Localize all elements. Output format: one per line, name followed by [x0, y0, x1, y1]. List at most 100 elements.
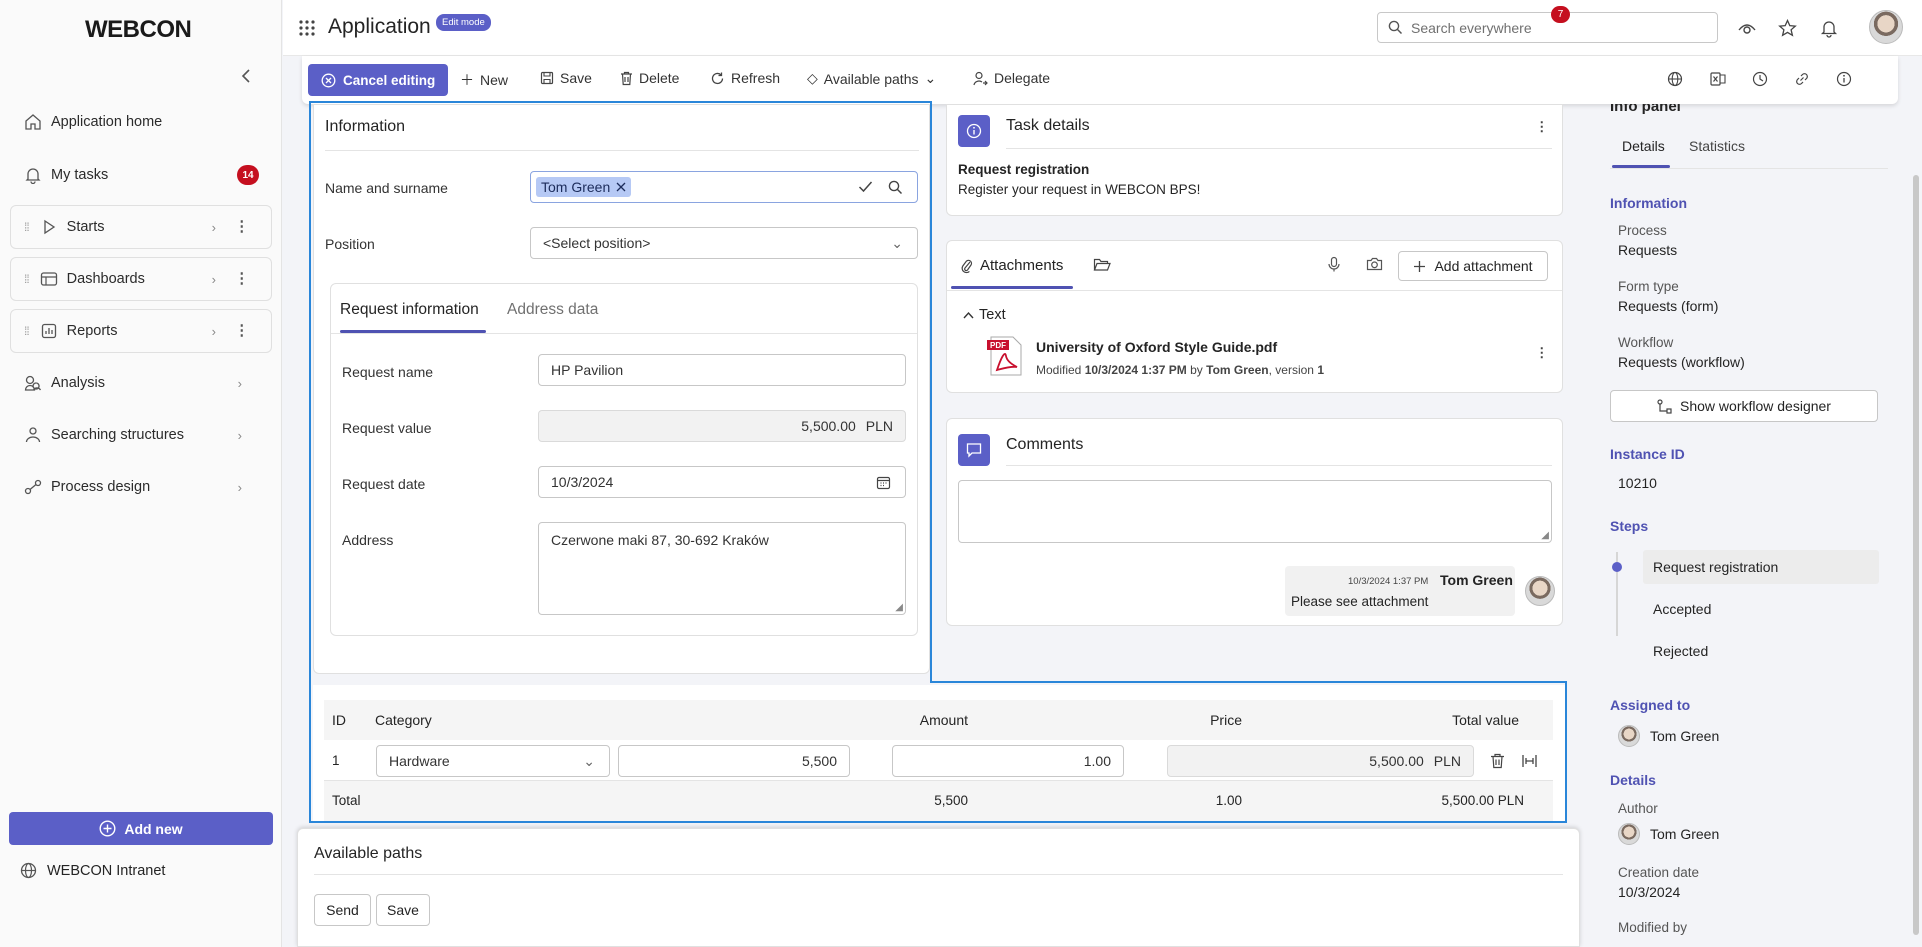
step-accepted[interactable]: Accepted — [1643, 592, 1879, 626]
sidebar-item-reports[interactable]: ⁞⁞ Reports › ⋮ — [10, 309, 272, 353]
workflow-label: Workflow — [1618, 335, 1674, 350]
form-type-value: Requests (form) — [1618, 298, 1719, 314]
refresh-label: Refresh — [731, 70, 781, 86]
save-path-button[interactable]: Save — [376, 894, 430, 926]
refresh-icon — [710, 71, 725, 86]
delegate-button[interactable]: Delegate — [973, 70, 1050, 86]
instance-id-value: 10210 — [1618, 475, 1657, 491]
cancel-editing-label: Cancel editing — [343, 72, 436, 88]
app-launcher-icon[interactable] — [298, 19, 316, 37]
home-icon — [23, 112, 43, 132]
structure-icon — [23, 425, 43, 445]
user-avatar[interactable] — [1869, 10, 1903, 44]
workflow-value: Requests (workflow) — [1618, 354, 1745, 370]
sidebar-item-label: Searching structures — [51, 427, 184, 443]
drag-handle-icon[interactable]: ⁞⁞ — [24, 324, 30, 338]
author-label: Author — [1618, 801, 1658, 816]
chevron-down-icon: ⌄ — [924, 70, 937, 86]
sidebar-item-label: Application home — [51, 114, 163, 130]
selection-outline — [309, 101, 1567, 823]
play-icon — [39, 217, 59, 237]
cancel-circle-icon — [321, 73, 336, 88]
author-avatar — [1618, 823, 1640, 845]
dashboard-icon — [39, 269, 59, 289]
step-rejected[interactable]: Rejected — [1643, 634, 1879, 668]
creation-date-label: Creation date — [1618, 865, 1700, 880]
more-options-icon[interactable]: ⋮ — [235, 323, 250, 339]
sidebar-item-label: Dashboards — [66, 271, 145, 287]
show-workflow-designer-label: Show workflow designer — [1680, 398, 1831, 414]
intranet-link[interactable]: WEBCON Intranet — [20, 862, 165, 879]
tab-details[interactable]: Details — [1622, 138, 1665, 154]
info-panel-scrollbar[interactable] — [1913, 175, 1919, 935]
sidebar-item-starts[interactable]: ⁞⁞ Starts › ⋮ — [10, 205, 272, 249]
chevron-right-icon[interactable]: › — [238, 428, 242, 443]
history-icon[interactable] — [1752, 71, 1768, 87]
send-button[interactable]: Send — [314, 894, 371, 926]
delete-button[interactable]: Delete — [620, 70, 679, 86]
process-icon — [23, 477, 43, 497]
sidebar-item-label: Analysis — [51, 375, 105, 391]
assignee-name[interactable]: Tom Green — [1650, 728, 1719, 744]
information-heading: Information — [1610, 195, 1687, 211]
available-paths-dropdown[interactable]: ◇ Available paths ⌄ — [807, 70, 936, 87]
link-icon[interactable] — [1794, 71, 1810, 87]
sidebar-item-searching-structures[interactable]: Searching structures › — [10, 413, 272, 457]
save-button[interactable]: Save — [540, 70, 592, 86]
details-heading: Details — [1610, 772, 1656, 788]
search-input[interactable]: Search everywhere — [1377, 12, 1718, 43]
step-request-registration[interactable]: Request registration — [1643, 550, 1879, 584]
info-panel-title: Info panel — [1610, 104, 1681, 115]
info-panel: Info panel Details Statistics Informatio… — [1600, 104, 1900, 947]
chevron-right-icon[interactable]: › — [238, 480, 242, 495]
sidebar-item-my-tasks[interactable]: My tasks 14 — [10, 153, 272, 197]
star-icon[interactable] — [1778, 19, 1797, 37]
collapse-sidebar-icon[interactable] — [240, 68, 252, 84]
show-workflow-designer-button[interactable]: Show workflow designer — [1610, 390, 1878, 422]
sidebar-item-dashboards[interactable]: ⁞⁞ Dashboards › ⋮ — [10, 257, 272, 301]
sidebar-item-process-design[interactable]: Process design › — [10, 465, 272, 509]
sidebar: WEBCON Application home My tasks 14 ⁞⁞ S… — [0, 0, 282, 947]
more-options-icon[interactable]: ⋮ — [235, 219, 250, 235]
add-new-button[interactable]: Add new — [9, 812, 273, 845]
available-paths-label: Available paths — [823, 70, 919, 87]
more-options-icon[interactable]: ⋮ — [235, 271, 250, 287]
refresh-button[interactable]: Refresh — [710, 70, 780, 86]
plus-circle-icon — [99, 820, 116, 837]
modified-by-label: Modified by — [1618, 920, 1688, 935]
excel-export-icon[interactable] — [1710, 71, 1726, 87]
info-icon[interactable] — [1836, 71, 1852, 87]
creation-date-value: 10/3/2024 — [1618, 884, 1681, 900]
globe-icon — [20, 862, 37, 879]
sidebar-item-application-home[interactable]: Application home — [10, 100, 272, 144]
top-header: Application Edit mode Search everywhere … — [283, 0, 1922, 56]
chevron-right-icon[interactable]: › — [238, 376, 242, 391]
webcon-logo[interactable]: WEBCON — [85, 16, 192, 44]
form-toolbar: Cancel editing ＋ New Save Delete Refresh … — [302, 56, 1898, 104]
diamond-icon: ◇ — [807, 70, 818, 86]
save-label: Save — [560, 70, 592, 86]
drag-handle-icon[interactable]: ⁞⁞ — [24, 220, 30, 234]
chevron-right-icon[interactable]: › — [212, 220, 216, 235]
cancel-editing-button[interactable]: Cancel editing — [308, 64, 449, 96]
instance-id-heading: Instance ID — [1610, 446, 1685, 462]
edit-mode-badge: Edit mode — [436, 14, 491, 31]
sidebar-item-label: Reports — [66, 323, 118, 339]
chevron-right-icon[interactable]: › — [212, 324, 216, 339]
sidebar-item-analysis[interactable]: Analysis › — [10, 361, 272, 405]
author-name[interactable]: Tom Green — [1650, 826, 1719, 842]
drag-handle-icon[interactable]: ⁞⁞ — [24, 272, 30, 286]
workflow-icon — [1657, 398, 1672, 414]
notifications-bell-icon[interactable] — [1820, 19, 1838, 38]
search-placeholder: Search everywhere — [1411, 19, 1532, 36]
delete-label: Delete — [639, 70, 680, 86]
eye-icon[interactable] — [1737, 19, 1757, 37]
chevron-right-icon[interactable]: › — [212, 272, 216, 287]
globe-icon[interactable] — [1667, 71, 1683, 87]
bell-icon — [23, 165, 43, 185]
new-button[interactable]: ＋ New — [460, 70, 508, 90]
intranet-label: WEBCON Intranet — [47, 862, 166, 879]
analysis-icon — [23, 373, 43, 393]
tab-statistics[interactable]: Statistics — [1689, 138, 1745, 154]
assigned-to-heading: Assigned to — [1610, 697, 1691, 713]
